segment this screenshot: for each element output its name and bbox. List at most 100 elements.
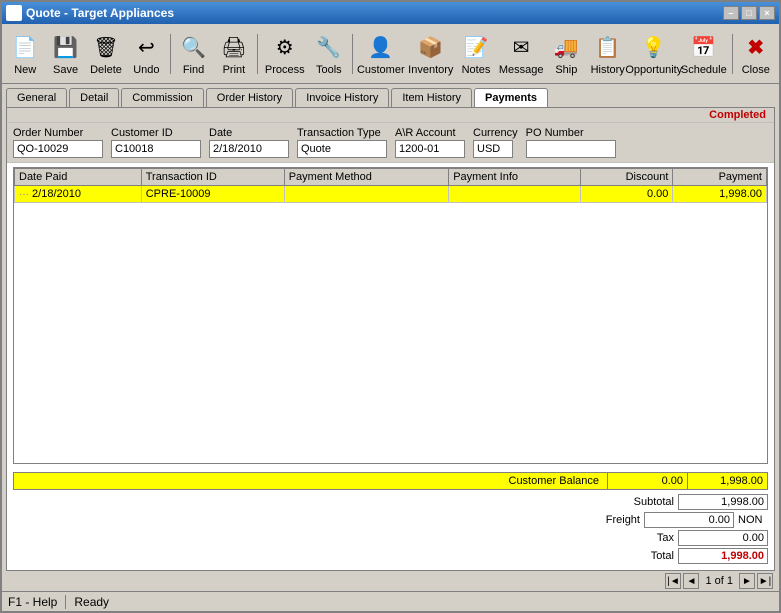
notes-button[interactable]: 📝 Notes — [457, 28, 495, 80]
tab-invoice-history[interactable]: Invoice History — [295, 88, 389, 107]
print-label: Print — [223, 64, 246, 76]
tab-general[interactable]: General — [6, 88, 67, 107]
new-label: New — [14, 64, 36, 76]
transaction-type-label: Transaction Type — [297, 127, 387, 139]
find-icon: 🔍 — [178, 31, 210, 63]
print-icon: 🖨 — [218, 31, 250, 63]
title-icon — [6, 5, 22, 21]
minimize-button[interactable]: – — [723, 6, 739, 20]
order-number-label: Order Number — [13, 127, 103, 139]
opportunity-button[interactable]: 💡 Opportunity — [630, 28, 678, 80]
first-page-button[interactable]: |◄ — [665, 573, 681, 589]
customer-id-label: Customer ID — [111, 127, 201, 139]
prev-page-button[interactable]: ◄ — [683, 573, 699, 589]
tab-payments[interactable]: Payments — [474, 88, 548, 107]
customer-id-input[interactable] — [111, 140, 201, 158]
print-button[interactable]: 🖨 Print — [215, 28, 253, 80]
find-button[interactable]: 🔍 Find — [174, 28, 212, 80]
col-payment-method: Payment Method — [284, 169, 448, 186]
date-group: Date — [209, 127, 289, 158]
tab-item-history[interactable]: Item History — [391, 88, 472, 107]
last-page-button[interactable]: ►| — [757, 573, 773, 589]
inventory-label: Inventory — [408, 64, 453, 76]
order-number-input[interactable] — [13, 140, 103, 158]
po-number-label: PO Number — [526, 127, 616, 139]
customer-id-group: Customer ID — [111, 127, 201, 158]
balance-discount: 0.00 — [607, 473, 687, 489]
schedule-button[interactable]: 📅 Schedule — [680, 28, 728, 80]
tax-row: Tax — [13, 530, 768, 546]
ar-account-input[interactable] — [395, 140, 465, 158]
opportunity-icon: 💡 — [638, 31, 670, 63]
ar-account-group: A\R Account — [395, 127, 465, 158]
undo-label: Undo — [133, 64, 159, 76]
separator-2 — [257, 34, 258, 74]
toolbar: 📄 New 💾 Save 🗑 Delete ↩ Undo 🔍 Find 🖨 Pr… — [2, 24, 779, 84]
process-button[interactable]: ⚙ Process — [262, 28, 308, 80]
schedule-label: Schedule — [681, 64, 727, 76]
pagination: |◄ ◄ 1 of 1 ► ►| — [2, 571, 779, 591]
content-area: Completed Order Number Customer ID Date … — [6, 107, 775, 571]
title-buttons: – □ × — [723, 6, 775, 20]
tab-commission[interactable]: Commission — [121, 88, 204, 107]
save-icon: 💾 — [50, 31, 82, 63]
process-label: Process — [265, 64, 305, 76]
ship-button[interactable]: 🚚 Ship — [547, 28, 585, 80]
date-input[interactable] — [209, 140, 289, 158]
customer-button[interactable]: 👤 Customer — [357, 28, 405, 80]
balance-amount: 1,998.00 — [687, 473, 767, 489]
opportunity-label: Opportunity — [625, 64, 682, 76]
save-button[interactable]: 💾 Save — [46, 28, 84, 80]
tab-detail[interactable]: Detail — [69, 88, 119, 107]
total-input[interactable] — [678, 548, 768, 564]
close-button[interactable]: ✖ Close — [737, 28, 775, 80]
cell-transaction-id: CPRE-10009 — [141, 186, 284, 203]
delete-label: Delete — [90, 64, 122, 76]
status-bar: F1 - Help Ready — [2, 591, 779, 611]
cell-payment: 1,998.00 — [673, 186, 767, 203]
close-label: Close — [742, 64, 770, 76]
inventory-icon: 📦 — [415, 31, 447, 63]
inventory-button[interactable]: 📦 Inventory — [407, 28, 455, 80]
separator-1 — [170, 34, 171, 74]
tools-button[interactable]: 🔧 Tools — [310, 28, 348, 80]
order-number-group: Order Number — [13, 127, 103, 158]
freight-row: Freight NON — [13, 512, 768, 528]
tax-input[interactable] — [678, 530, 768, 546]
bottom-area: Customer Balance 0.00 1,998.00 Subtotal … — [7, 468, 774, 570]
process-icon: ⚙ — [269, 31, 301, 63]
table-header-row: Date Paid Transaction ID Payment Method … — [15, 169, 767, 186]
ar-account-label: A\R Account — [395, 127, 465, 139]
col-discount: Discount — [580, 169, 672, 186]
title-text: Quote - Target Appliances — [26, 6, 723, 20]
ready-text: Ready — [74, 595, 109, 609]
title-bar: Quote - Target Appliances – □ × — [2, 2, 779, 24]
new-button[interactable]: 📄 New — [6, 28, 44, 80]
maximize-button[interactable]: □ — [741, 6, 757, 20]
status-badge: Completed — [7, 108, 774, 123]
currency-input[interactable] — [473, 140, 513, 158]
delete-button[interactable]: 🗑 Delete — [87, 28, 125, 80]
message-icon: ✉ — [505, 31, 537, 63]
message-button[interactable]: ✉ Message — [497, 28, 545, 80]
po-number-input[interactable] — [526, 140, 616, 158]
tabs-area: General Detail Commission Order History … — [2, 84, 779, 107]
ship-label: Ship — [555, 64, 577, 76]
tab-order-history[interactable]: Order History — [206, 88, 293, 107]
payments-table: Date Paid Transaction ID Payment Method … — [14, 168, 767, 203]
history-button[interactable]: 📋 History — [588, 28, 628, 80]
transaction-type-input[interactable] — [297, 140, 387, 158]
cell-discount: 0.00 — [580, 186, 672, 203]
undo-icon: ↩ — [130, 31, 162, 63]
tools-label: Tools — [316, 64, 342, 76]
close-window-button[interactable]: × — [759, 6, 775, 20]
po-number-group: PO Number — [526, 127, 616, 158]
freight-input[interactable] — [644, 512, 734, 528]
message-label: Message — [499, 64, 544, 76]
help-text: F1 - Help — [8, 595, 57, 609]
notes-label: Notes — [462, 64, 491, 76]
subtotal-input[interactable] — [678, 494, 768, 510]
table-row[interactable]: ··· 2/18/2010 CPRE-10009 0.00 1,998.00 — [15, 186, 767, 203]
next-page-button[interactable]: ► — [739, 573, 755, 589]
undo-button[interactable]: ↩ Undo — [127, 28, 165, 80]
